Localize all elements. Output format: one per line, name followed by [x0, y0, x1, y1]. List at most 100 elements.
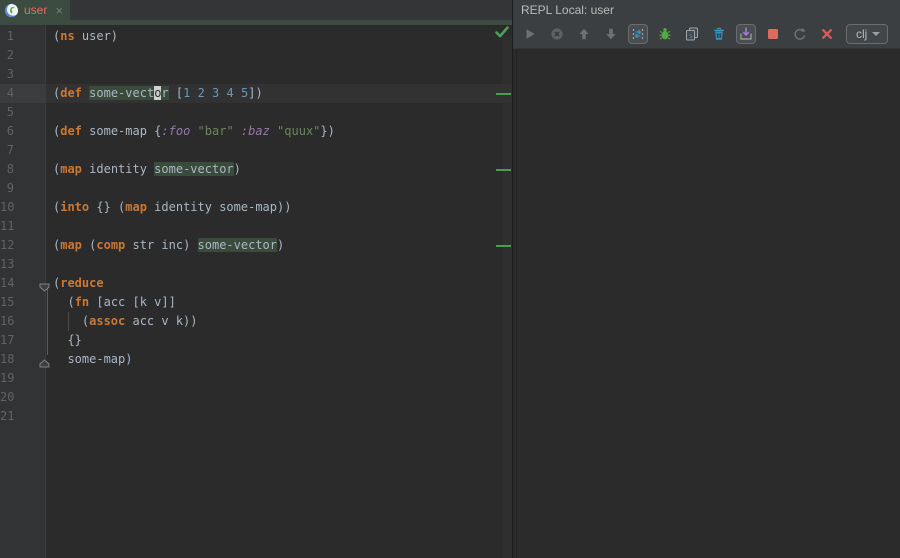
code-token: })	[320, 124, 334, 138]
code-line: 18 some-map)	[0, 350, 512, 369]
line-number: 13	[0, 255, 46, 274]
code-token: def	[60, 124, 82, 138]
code-line: 20	[0, 388, 512, 407]
indent-guide	[68, 312, 69, 331]
tab-close-icon[interactable]: ×	[55, 4, 63, 17]
code-line: 1(ns user)	[0, 27, 512, 46]
code-token: fn	[75, 295, 89, 309]
code-token: map	[60, 162, 82, 176]
code-token: some-vector	[198, 238, 277, 252]
code-token	[190, 86, 197, 100]
code-line-text: (map (comp str inc) some-vector)	[46, 236, 512, 255]
code-token: identity some-map))	[147, 200, 292, 214]
code-editor[interactable]: 1(ns user)234(def some-vector [1 2 3 4 5…	[0, 25, 512, 558]
svg-text:s: s	[689, 32, 693, 40]
stop-button[interactable]	[763, 24, 783, 44]
code-line: 9	[0, 179, 512, 198]
code-token: {}	[53, 333, 82, 347]
stripe-occurrence-mark[interactable]	[496, 245, 511, 247]
code-token: ns	[60, 29, 74, 43]
code-token: [	[169, 86, 183, 100]
code-line: 21	[0, 407, 512, 426]
code-token: "bar"	[198, 124, 234, 138]
clear-icon	[711, 26, 727, 42]
code-line-text	[46, 407, 512, 426]
code-token: map	[60, 238, 82, 252]
fold-start-icon[interactable]	[39, 279, 50, 288]
code-token: reduce	[60, 276, 103, 290]
code-token: comp	[96, 238, 125, 252]
code-token: r	[161, 86, 168, 100]
interrupt-icon	[549, 26, 565, 42]
code-token: ])	[248, 86, 262, 100]
close-button[interactable]	[817, 24, 837, 44]
line-number: 11	[0, 217, 46, 236]
code-line-text: {}	[46, 331, 512, 350]
code-line-text: (fn [acc [k v]]	[46, 293, 512, 312]
fold-end-icon[interactable]	[39, 355, 50, 364]
code-token: str inc)	[125, 238, 197, 252]
line-number: 3	[0, 65, 46, 84]
code-line-text	[46, 217, 512, 236]
line-number: 14	[0, 274, 46, 293]
code-line-text	[46, 255, 512, 274]
code-line-text	[46, 388, 512, 407]
soft-wrap-button[interactable]	[628, 24, 648, 44]
repl-output[interactable]	[513, 49, 900, 558]
line-number: 15	[0, 293, 46, 312]
editor-panel: user × 1(ns user)234(def some-vector [1 …	[0, 0, 513, 558]
code-line: 7	[0, 141, 512, 160]
run-icon	[522, 26, 538, 42]
code-token: identity	[82, 162, 154, 176]
code-line: 11	[0, 217, 512, 236]
copy-icon: s	[684, 26, 700, 42]
code-line: 16 (assoc acc v k))	[0, 312, 512, 331]
history-next-icon	[603, 26, 619, 42]
bug-button[interactable]	[655, 24, 675, 44]
line-number: 2	[0, 46, 46, 65]
run-button	[520, 24, 540, 44]
code-token	[190, 124, 197, 138]
clear-button[interactable]	[709, 24, 729, 44]
soft-wrap-icon	[630, 26, 646, 42]
code-token: {} (	[89, 200, 125, 214]
code-token: "quux"	[277, 124, 320, 138]
line-number: 7	[0, 141, 46, 160]
scroll-to-end-icon	[738, 26, 754, 42]
rerun-button	[790, 24, 810, 44]
tab-user[interactable]: user ×	[0, 0, 70, 20]
code-token: assoc	[89, 314, 125, 328]
code-line-text	[46, 179, 512, 198]
stop-icon	[765, 26, 781, 42]
code-token: acc v k))	[125, 314, 197, 328]
repl-title: REPL Local: user	[521, 3, 614, 17]
repl-toolbar: s clj	[513, 20, 900, 49]
code-token: into	[60, 200, 89, 214]
code-line: 2	[0, 46, 512, 65]
code-token	[219, 86, 226, 100]
copy-button[interactable]: s	[682, 24, 702, 44]
code-token: 4	[227, 86, 234, 100]
code-token: user)	[75, 29, 118, 43]
code-line: 15 (fn [acc [k v]]	[0, 293, 512, 312]
code-token	[205, 86, 212, 100]
inspection-ok-icon[interactable]	[495, 26, 509, 41]
line-number: 18	[0, 350, 46, 369]
code-token: map	[125, 200, 147, 214]
history-previous-button	[574, 24, 594, 44]
rerun-icon	[792, 26, 808, 42]
code-token: (	[82, 238, 96, 252]
line-number: 8	[0, 160, 46, 179]
line-number: 1	[0, 27, 46, 46]
line-number: 17	[0, 331, 46, 350]
code-token: :baz	[241, 124, 270, 138]
ide-window: user × 1(ns user)234(def some-vector [1 …	[0, 0, 900, 558]
code-line: 6(def some-map {:foo "bar" :baz "quux"})	[0, 122, 512, 141]
code-token: some-vector	[154, 162, 233, 176]
repl-language-selector[interactable]: clj	[846, 24, 888, 44]
stripe-occurrence-mark[interactable]	[496, 169, 511, 171]
scroll-to-end-button[interactable]	[736, 24, 756, 44]
code-token	[270, 124, 277, 138]
stripe-occurrence-mark[interactable]	[496, 93, 511, 95]
line-number: 10	[0, 198, 46, 217]
